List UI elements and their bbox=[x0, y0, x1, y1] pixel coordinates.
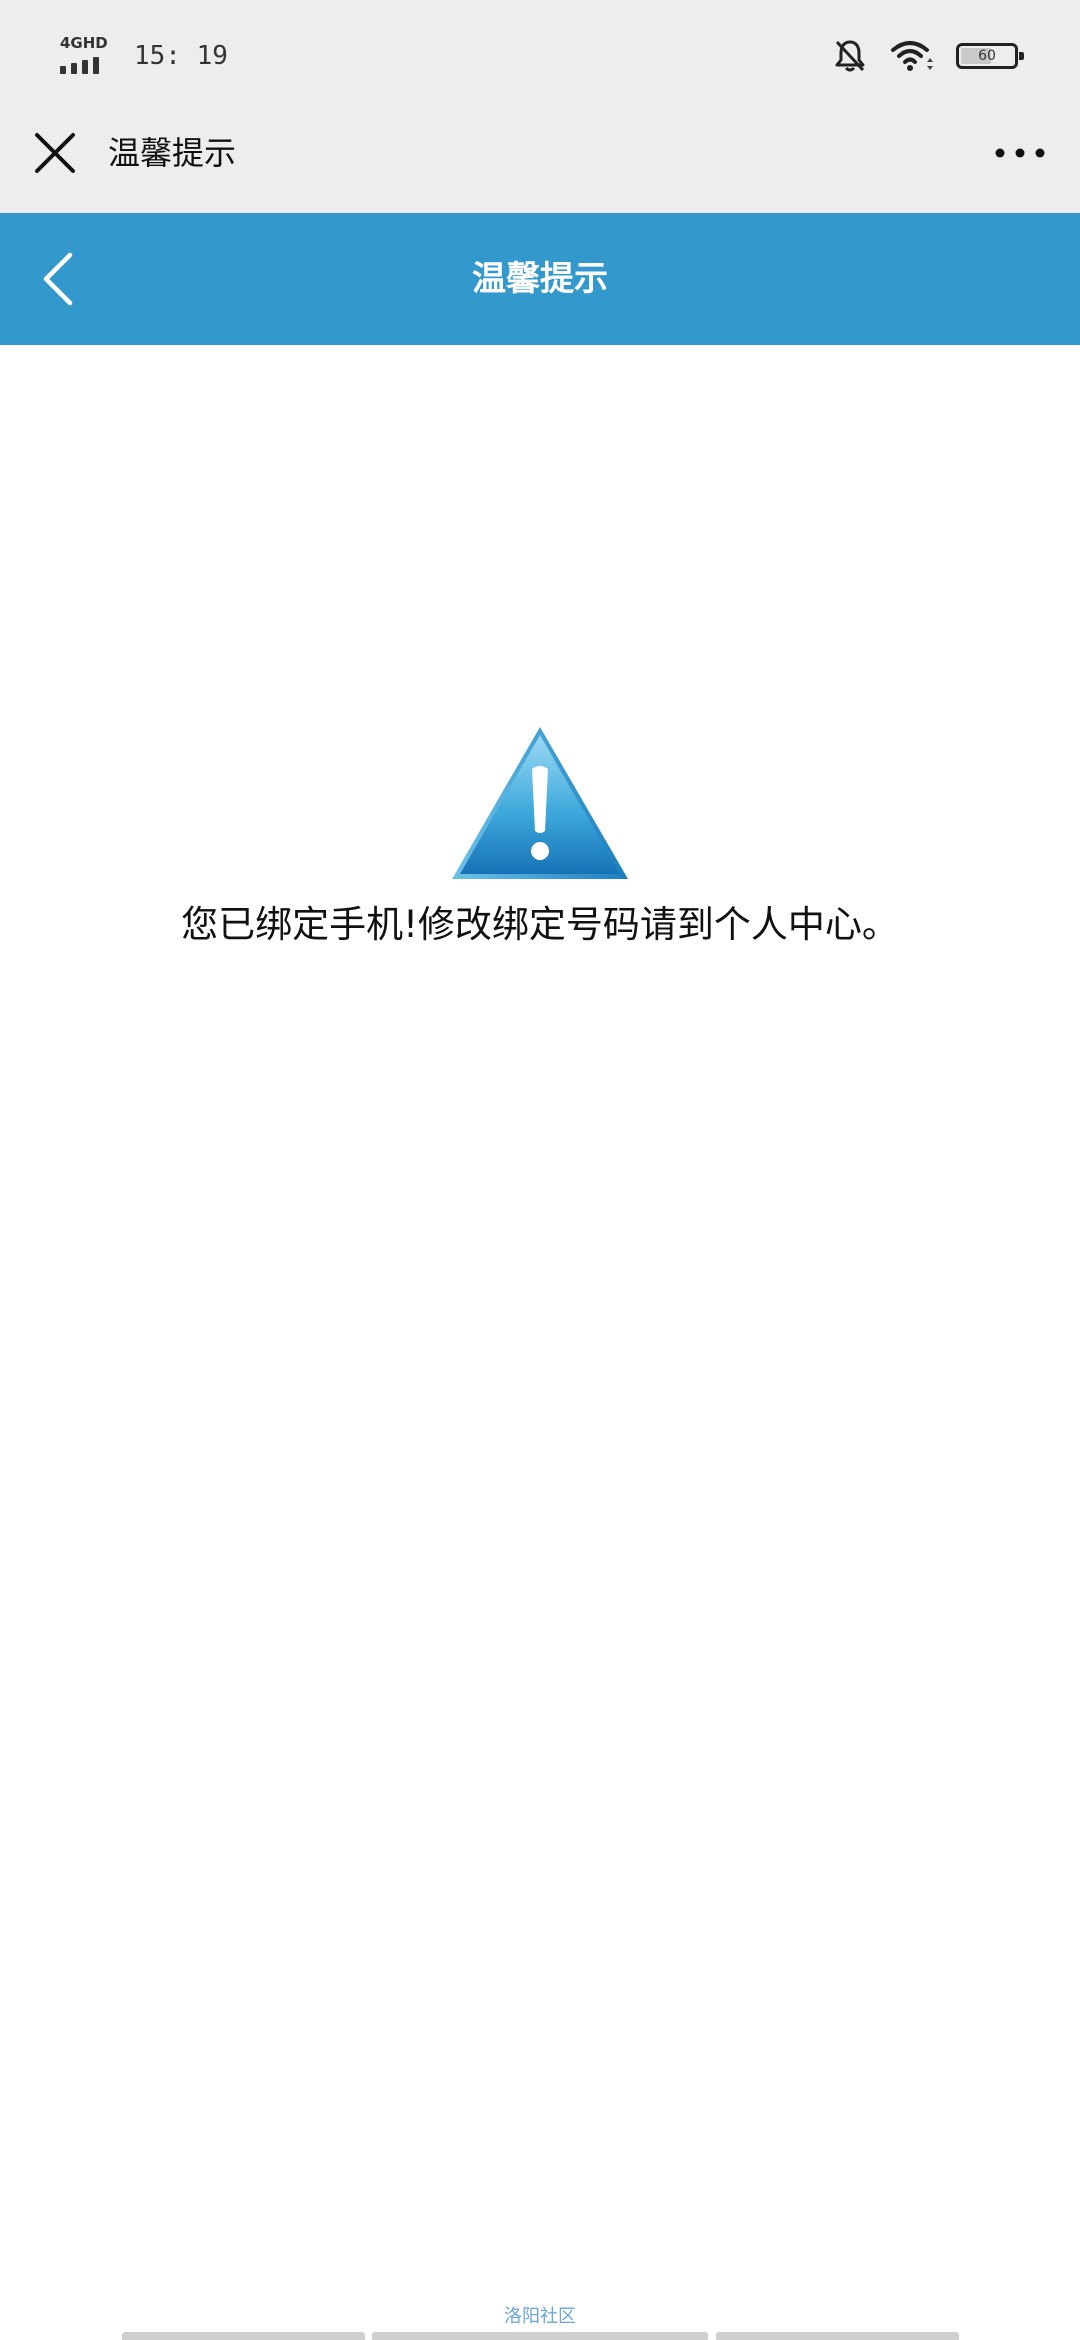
network-type: 4GHD bbox=[60, 34, 108, 52]
status-bar: 4GHD 15: 19 60 bbox=[0, 0, 1080, 110]
bottom-tab-right[interactable] bbox=[716, 2332, 959, 2340]
close-button[interactable] bbox=[30, 128, 80, 178]
bottom-area: 洛阳社区 bbox=[0, 2300, 1080, 2340]
bottom-tab-left[interactable] bbox=[122, 2332, 365, 2340]
window-title: 温馨提示 bbox=[108, 134, 237, 172]
status-left: 4GHD 15: 19 bbox=[58, 34, 228, 76]
status-right: 60 bbox=[832, 38, 1024, 74]
app-header: 温馨提示 bbox=[0, 213, 1080, 345]
bottom-tab-center[interactable] bbox=[372, 2332, 708, 2340]
battery-icon: 60 bbox=[956, 43, 1024, 69]
more-icon bbox=[995, 148, 1045, 158]
clock: 15: 19 bbox=[134, 41, 228, 71]
wifi-icon bbox=[891, 41, 933, 71]
footer-link[interactable]: 洛阳社区 bbox=[0, 2302, 1080, 2328]
page-title: 温馨提示 bbox=[472, 259, 608, 299]
cellular-signal: 4GHD bbox=[58, 34, 108, 76]
warning-triangle-icon bbox=[452, 727, 628, 879]
title-bar: 温馨提示 bbox=[0, 110, 1080, 213]
bound-phone-message: 您已绑定手机!修改绑定号码请到个人中心。 bbox=[181, 903, 899, 946]
battery-level: 60 bbox=[978, 48, 996, 64]
more-button[interactable] bbox=[990, 128, 1050, 178]
mute-bell-icon bbox=[835, 40, 865, 72]
close-icon bbox=[35, 133, 75, 173]
signal-bars-icon bbox=[60, 57, 99, 74]
